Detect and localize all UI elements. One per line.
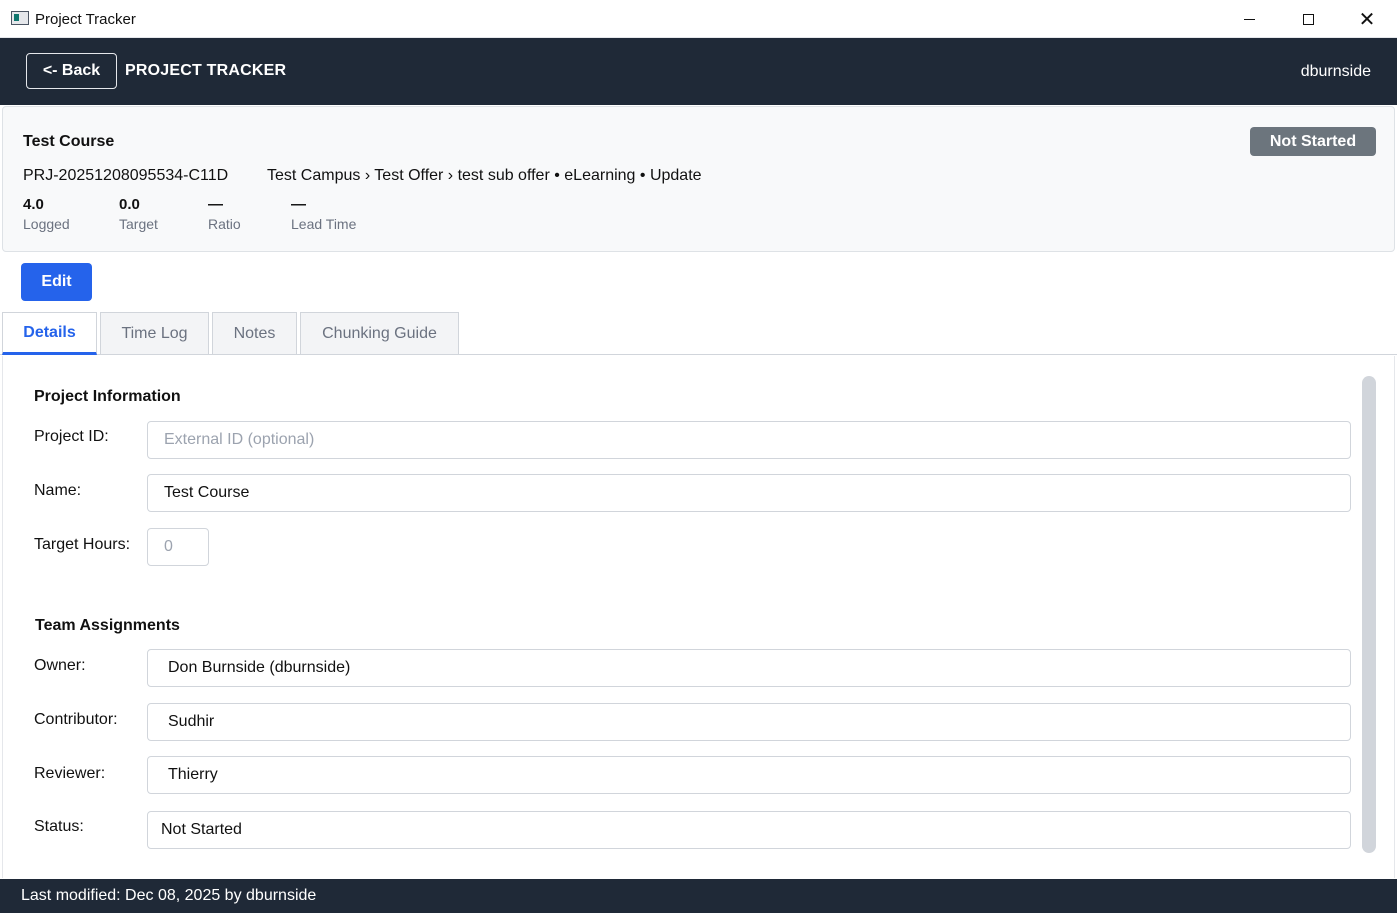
contributor-label: Contributor: <box>34 711 118 728</box>
metric-value: 0.0 <box>119 196 140 213</box>
metric-value: 4.0 <box>23 196 44 213</box>
metric-label: Ratio <box>208 216 241 232</box>
project-id-input[interactable]: External ID (optional) <box>147 421 1351 459</box>
metric-target: 0.0 Target <box>119 196 158 232</box>
app-header: <- Back PROJECT TRACKER dburnside <box>0 38 1397 105</box>
owner-label: Owner: <box>34 657 86 674</box>
name-label: Name: <box>34 482 82 499</box>
project-name: Test Course <box>23 133 115 150</box>
name-input[interactable]: Test Course <box>147 474 1351 512</box>
app-name: PROJECT TRACKER <box>125 62 287 79</box>
edit-button[interactable]: Edit <box>21 263 92 301</box>
status-label: Status: <box>34 818 84 835</box>
tab-details[interactable]: Details <box>2 312 97 355</box>
close-button[interactable]: ✕ <box>1338 0 1396 38</box>
tab-notes[interactable]: Notes <box>212 312 297 354</box>
metric-label: Lead Time <box>291 216 357 232</box>
project-code: PRJ-20251208095534-C11D <box>23 167 229 184</box>
status-badge: Not Started <box>1250 127 1376 156</box>
metric-label: Logged <box>23 216 70 232</box>
reviewer-label: Reviewer: <box>34 765 106 782</box>
reviewer-select[interactable]: Thierry <box>147 756 1351 794</box>
window-titlebar: Project Tracker ✕ <box>0 0 1397 38</box>
minimize-icon <box>1243 18 1255 20</box>
team-assignments-heading: Team Assignments <box>35 617 180 634</box>
metric-logged: 4.0 Logged <box>23 196 70 232</box>
minimize-button[interactable] <box>1220 0 1278 38</box>
project-information-heading: Project Information <box>34 388 181 405</box>
maximize-icon <box>1302 13 1314 25</box>
window-title: Project Tracker <box>35 11 136 28</box>
tab-bar: Details Time Log Notes Chunking Guide <box>0 312 1397 355</box>
status-select[interactable]: Not Started <box>147 811 1351 849</box>
app-icon <box>11 11 29 25</box>
project-summary-card: Test Course Not Started PRJ-202512080955… <box>2 106 1395 252</box>
status-footer: Last modified: Dec 08, 2025 by dburnside <box>0 879 1397 913</box>
metric-ratio: — Ratio <box>208 196 241 232</box>
close-icon: ✕ <box>1358 7 1376 31</box>
target-hours-input[interactable]: 0 <box>147 528 209 566</box>
metric-lead-time: — Lead Time <box>291 196 356 232</box>
current-user: dburnside <box>1300 63 1371 80</box>
maximize-button[interactable] <box>1279 0 1337 38</box>
contributor-select[interactable]: Sudhir <box>147 703 1351 741</box>
owner-select[interactable]: Don Burnside (dburnside) <box>147 649 1351 687</box>
project-path: Test Campus › Test Offer › test sub offe… <box>267 167 702 184</box>
project-id-label: Project ID: <box>34 428 109 445</box>
tab-chunking-guide[interactable]: Chunking Guide <box>300 312 459 354</box>
metric-value: — <box>208 196 223 213</box>
target-hours-label: Target Hours: <box>34 536 131 553</box>
metric-value: — <box>291 196 306 213</box>
tab-time-log[interactable]: Time Log <box>100 312 209 354</box>
metric-label: Target <box>119 216 158 232</box>
details-panel: Project Information Project ID: External… <box>2 356 1395 878</box>
scrollbar[interactable] <box>1362 376 1376 853</box>
back-button[interactable]: <- Back <box>26 53 117 89</box>
